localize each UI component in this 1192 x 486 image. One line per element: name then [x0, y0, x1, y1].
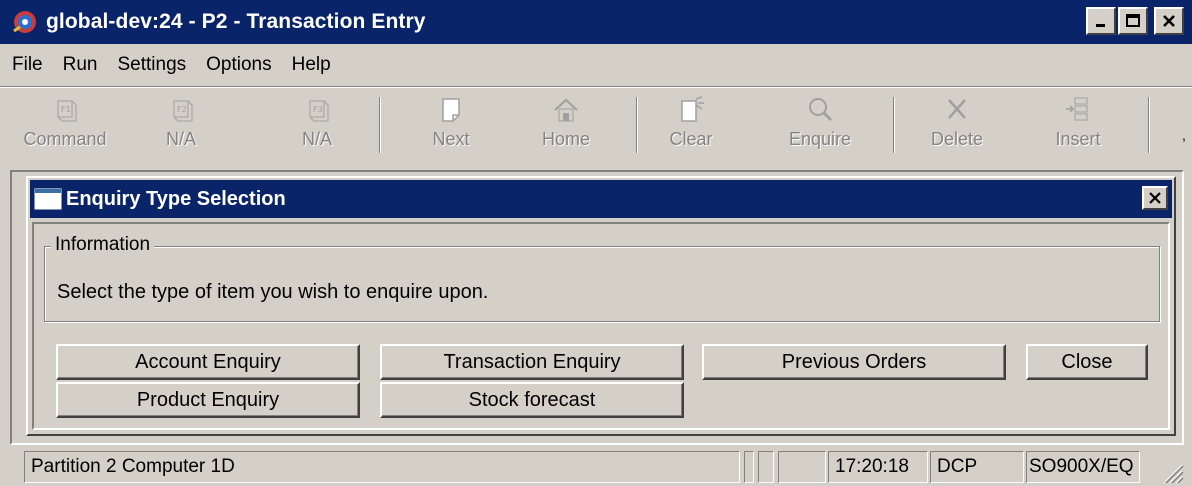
menu-help[interactable]: Help [282, 54, 341, 76]
toolbar-separator [636, 97, 638, 153]
toolbar-separator [379, 97, 381, 153]
minimize-button[interactable] [1086, 7, 1116, 35]
toolbar: F1 Command F2 N/A F3 N/A Next Home Clear… [0, 86, 1192, 164]
insert-button[interactable]: Insert [1033, 95, 1123, 157]
insert-icon [1066, 97, 1088, 121]
f1-key-icon: F1 [57, 100, 77, 122]
menu-file[interactable]: File [0, 54, 53, 76]
enquiry-type-dialog: Enquiry Type Selection Information Selec… [26, 176, 1176, 436]
close-icon [1163, 15, 1175, 27]
menu-run[interactable]: Run [53, 54, 108, 76]
window-title-bar[interactable]: global-dev:24 - P2 - Transaction Entry [0, 0, 1192, 44]
close-window-button[interactable] [1154, 7, 1184, 35]
delete-x-icon [948, 99, 966, 119]
f2-key-icon: F2 [173, 100, 193, 122]
clear-button[interactable]: Clear [646, 95, 736, 157]
enquire-button[interactable]: Enquire [775, 95, 865, 157]
product-enquiry-button[interactable]: Product Enquiry [56, 382, 360, 418]
maximize-button[interactable] [1118, 7, 1148, 35]
dialog-body: Information Select the type of item you … [32, 222, 1170, 430]
svg-text:F1: F1 [61, 105, 71, 114]
status-panel-empty-2 [758, 451, 774, 483]
na-button-2[interactable]: F3 N/A [272, 95, 362, 157]
information-group: Information Select the type of item you … [44, 234, 1160, 322]
close-button[interactable]: Close [1026, 344, 1148, 380]
minimize-icon [1096, 24, 1105, 27]
dialog-title-bar[interactable]: Enquiry Type Selection [30, 180, 1172, 218]
toolbar-separator [1148, 97, 1150, 153]
toolbar-separator [893, 97, 895, 153]
delete-button[interactable]: Delete [912, 95, 1002, 157]
group-label: Information [51, 234, 155, 256]
mdi-client-area: Enquiry Type Selection Information Selec… [10, 170, 1184, 445]
menu-options[interactable]: Options [196, 54, 281, 76]
dialog-close-button[interactable] [1142, 186, 1168, 210]
f3-key-icon: F3 [309, 100, 329, 122]
toolbar-overflow-glyph: , [1182, 127, 1186, 143]
status-time: 17:20:18 [828, 451, 928, 483]
menu-bar: File Run Settings Options Help [0, 47, 341, 83]
svg-text:F3: F3 [313, 105, 323, 114]
maximize-icon [1126, 14, 1140, 27]
window-title: global-dev:24 - P2 - Transaction Entry [46, 10, 426, 33]
menu-settings[interactable]: Settings [107, 54, 196, 76]
na-button-1[interactable]: F2 N/A [136, 95, 226, 157]
account-enquiry-button[interactable]: Account Enquiry [56, 344, 360, 380]
status-bar: Partition 2 Computer 1D 17:20:18 DCP SO9… [0, 449, 1192, 486]
previous-orders-button[interactable]: Previous Orders [702, 344, 1006, 380]
app-logo-icon [13, 11, 36, 33]
resize-grip-icon[interactable] [1160, 461, 1184, 483]
close-icon [1149, 192, 1161, 204]
status-partition: Partition 2 Computer 1D [24, 451, 740, 483]
stock-forecast-button[interactable]: Stock forecast [380, 382, 684, 418]
dialog-title: Enquiry Type Selection [66, 187, 286, 210]
transaction-enquiry-button[interactable]: Transaction Enquiry [380, 344, 684, 380]
next-button[interactable]: Next [406, 95, 496, 157]
home-icon [554, 98, 578, 122]
status-panel-empty-3 [778, 451, 826, 483]
magnifier-icon [809, 98, 833, 122]
svg-text:F2: F2 [177, 105, 187, 114]
status-panel-empty-1 [744, 451, 754, 483]
status-mode: DCP [930, 451, 1024, 483]
window-icon [34, 188, 62, 210]
info-text: Select the type of item you wish to enqu… [57, 281, 489, 303]
command-button[interactable]: F1 Command [20, 95, 110, 157]
status-program: SO900X/EQ [1026, 451, 1140, 483]
clear-icon [681, 96, 704, 122]
next-page-icon [442, 98, 460, 122]
home-button[interactable]: Home [521, 95, 611, 157]
